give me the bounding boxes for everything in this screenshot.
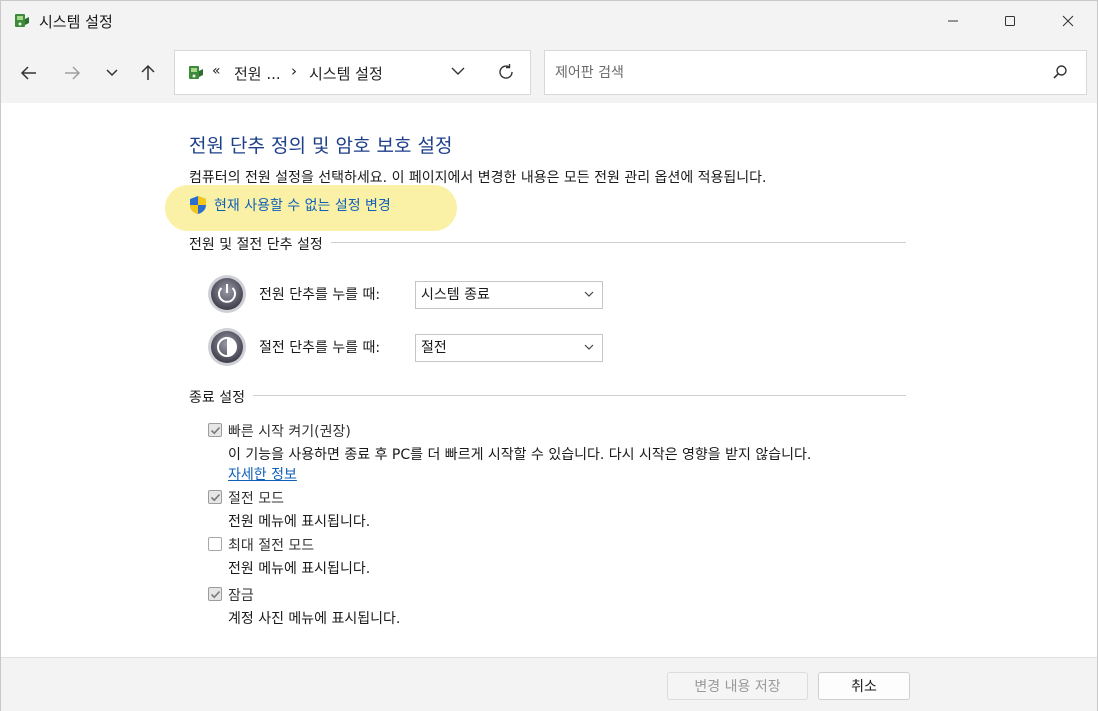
power-button-icon [208,275,246,313]
save-changes-button[interactable]: 변경 내용 저장 [667,672,808,700]
chevron-down-icon [584,344,594,350]
checkmark-icon [210,426,221,435]
search-icon [1053,65,1067,79]
fast-startup-description: 이 기능을 사용하면 종료 후 PC를 더 빠르게 시작할 수 있습니다. 다시… [228,447,812,463]
refresh-icon [499,64,513,79]
sleep-button-row: 절전 단추를 누를 때: [207,327,380,367]
chevron-down-icon [451,67,465,75]
sleep-button-icon [208,328,246,366]
search-input[interactable] [555,61,1025,85]
uac-shield-icon [190,196,206,214]
minimize-icon [948,20,958,22]
sleep-button-label: 절전 단추를 누를 때: [259,340,381,356]
cancel-button[interactable]: 취소 [818,672,910,700]
fast-startup-checkbox[interactable] [208,423,222,437]
sleep-button-action-value: 절전 [421,340,447,356]
footer-bar: 변경 내용 저장 취소 [1,657,1097,711]
page-title: 전원 단추 정의 및 암호 보호 설정 [189,135,453,157]
up-button[interactable] [134,59,162,87]
forward-button[interactable] [58,59,86,87]
maximize-button[interactable] [986,1,1034,41]
hibernate-description: 전원 메뉴에 표시됩니다. [228,561,371,577]
change-unavailable-settings-label[interactable]: 현재 사용할 수 없는 설정 변경 [214,195,391,215]
shutdown-section-label: 종료 설정 [189,387,253,407]
hibernate-label: 최대 절전 모드 [228,538,315,554]
minimize-button[interactable] [929,1,977,41]
section-divider [189,395,906,396]
checkmark-icon [210,493,221,502]
lock-checkbox[interactable] [208,587,222,601]
power-button-action-select[interactable]: 시스템 종료 [415,281,603,309]
power-button-row: 전원 단추를 누를 때: [207,274,380,314]
checkmark-icon [210,590,221,599]
more-info-link[interactable]: 자세한 정보 [228,464,297,484]
control-panel-window: 시스템 설정 « 전원 ... › 시스템 설정 제어판 검색 전원 단추 정의… [0,0,1098,711]
power-options-icon [189,66,203,79]
power-button-action-value: 시스템 종료 [421,287,490,303]
chevron-down-icon [106,69,118,77]
breadcrumb-power-options[interactable]: 전원 ... [234,63,281,84]
sleep-button-action-select[interactable]: 절전 [415,334,603,362]
hibernate-checkbox[interactable] [208,537,222,551]
recent-locations-button[interactable] [98,59,126,87]
lock-description: 계정 사진 메뉴에 표시됩니다. [228,611,401,627]
arrow-left-icon [20,66,36,80]
maximize-icon [1005,16,1015,26]
power-section-label: 전원 및 절전 단추 설정 [189,234,331,254]
search-box[interactable] [544,50,1087,95]
sleep-checkbox[interactable] [208,490,222,504]
breadcrumb-separator[interactable]: › [291,62,297,80]
title-bar: 시스템 설정 [1,1,1097,41]
fast-startup-label: 빠른 시작 켜기(권장) [228,424,351,440]
back-button[interactable] [15,59,43,87]
page-description: 컴퓨터의 전원 설정을 선택하세요. 이 페이지에서 변경한 내용은 모든 전원… [189,170,767,186]
breadcrumb-overflow[interactable]: « [212,63,221,79]
address-dropdown-button[interactable] [450,63,466,83]
close-icon [1062,15,1074,27]
navigation-bar: « 전원 ... › 시스템 설정 [1,41,1097,103]
chevron-down-icon [584,291,594,297]
sleep-description: 전원 메뉴에 표시됩니다. [228,514,371,530]
refresh-button[interactable] [497,63,515,85]
change-unavailable-settings-link[interactable]: 현재 사용할 수 없는 설정 변경 [188,195,391,215]
arrow-up-icon [141,64,155,80]
close-button[interactable] [1044,1,1092,41]
arrow-right-icon [65,66,81,80]
window-title: 시스템 설정 [39,13,113,31]
breadcrumb-system-settings[interactable]: 시스템 설정 [309,63,383,84]
search-button[interactable] [1052,64,1068,84]
power-options-app-icon [15,14,29,27]
address-bar[interactable]: « 전원 ... › 시스템 설정 [174,50,531,95]
power-button-label: 전원 단추를 누를 때: [259,287,381,303]
sleep-label: 절전 모드 [228,491,284,507]
lock-label: 잠금 [228,588,254,604]
content-pane: 전원 단추 정의 및 암호 보호 설정 컴퓨터의 전원 설정을 선택하세요. 이… [1,103,1097,657]
